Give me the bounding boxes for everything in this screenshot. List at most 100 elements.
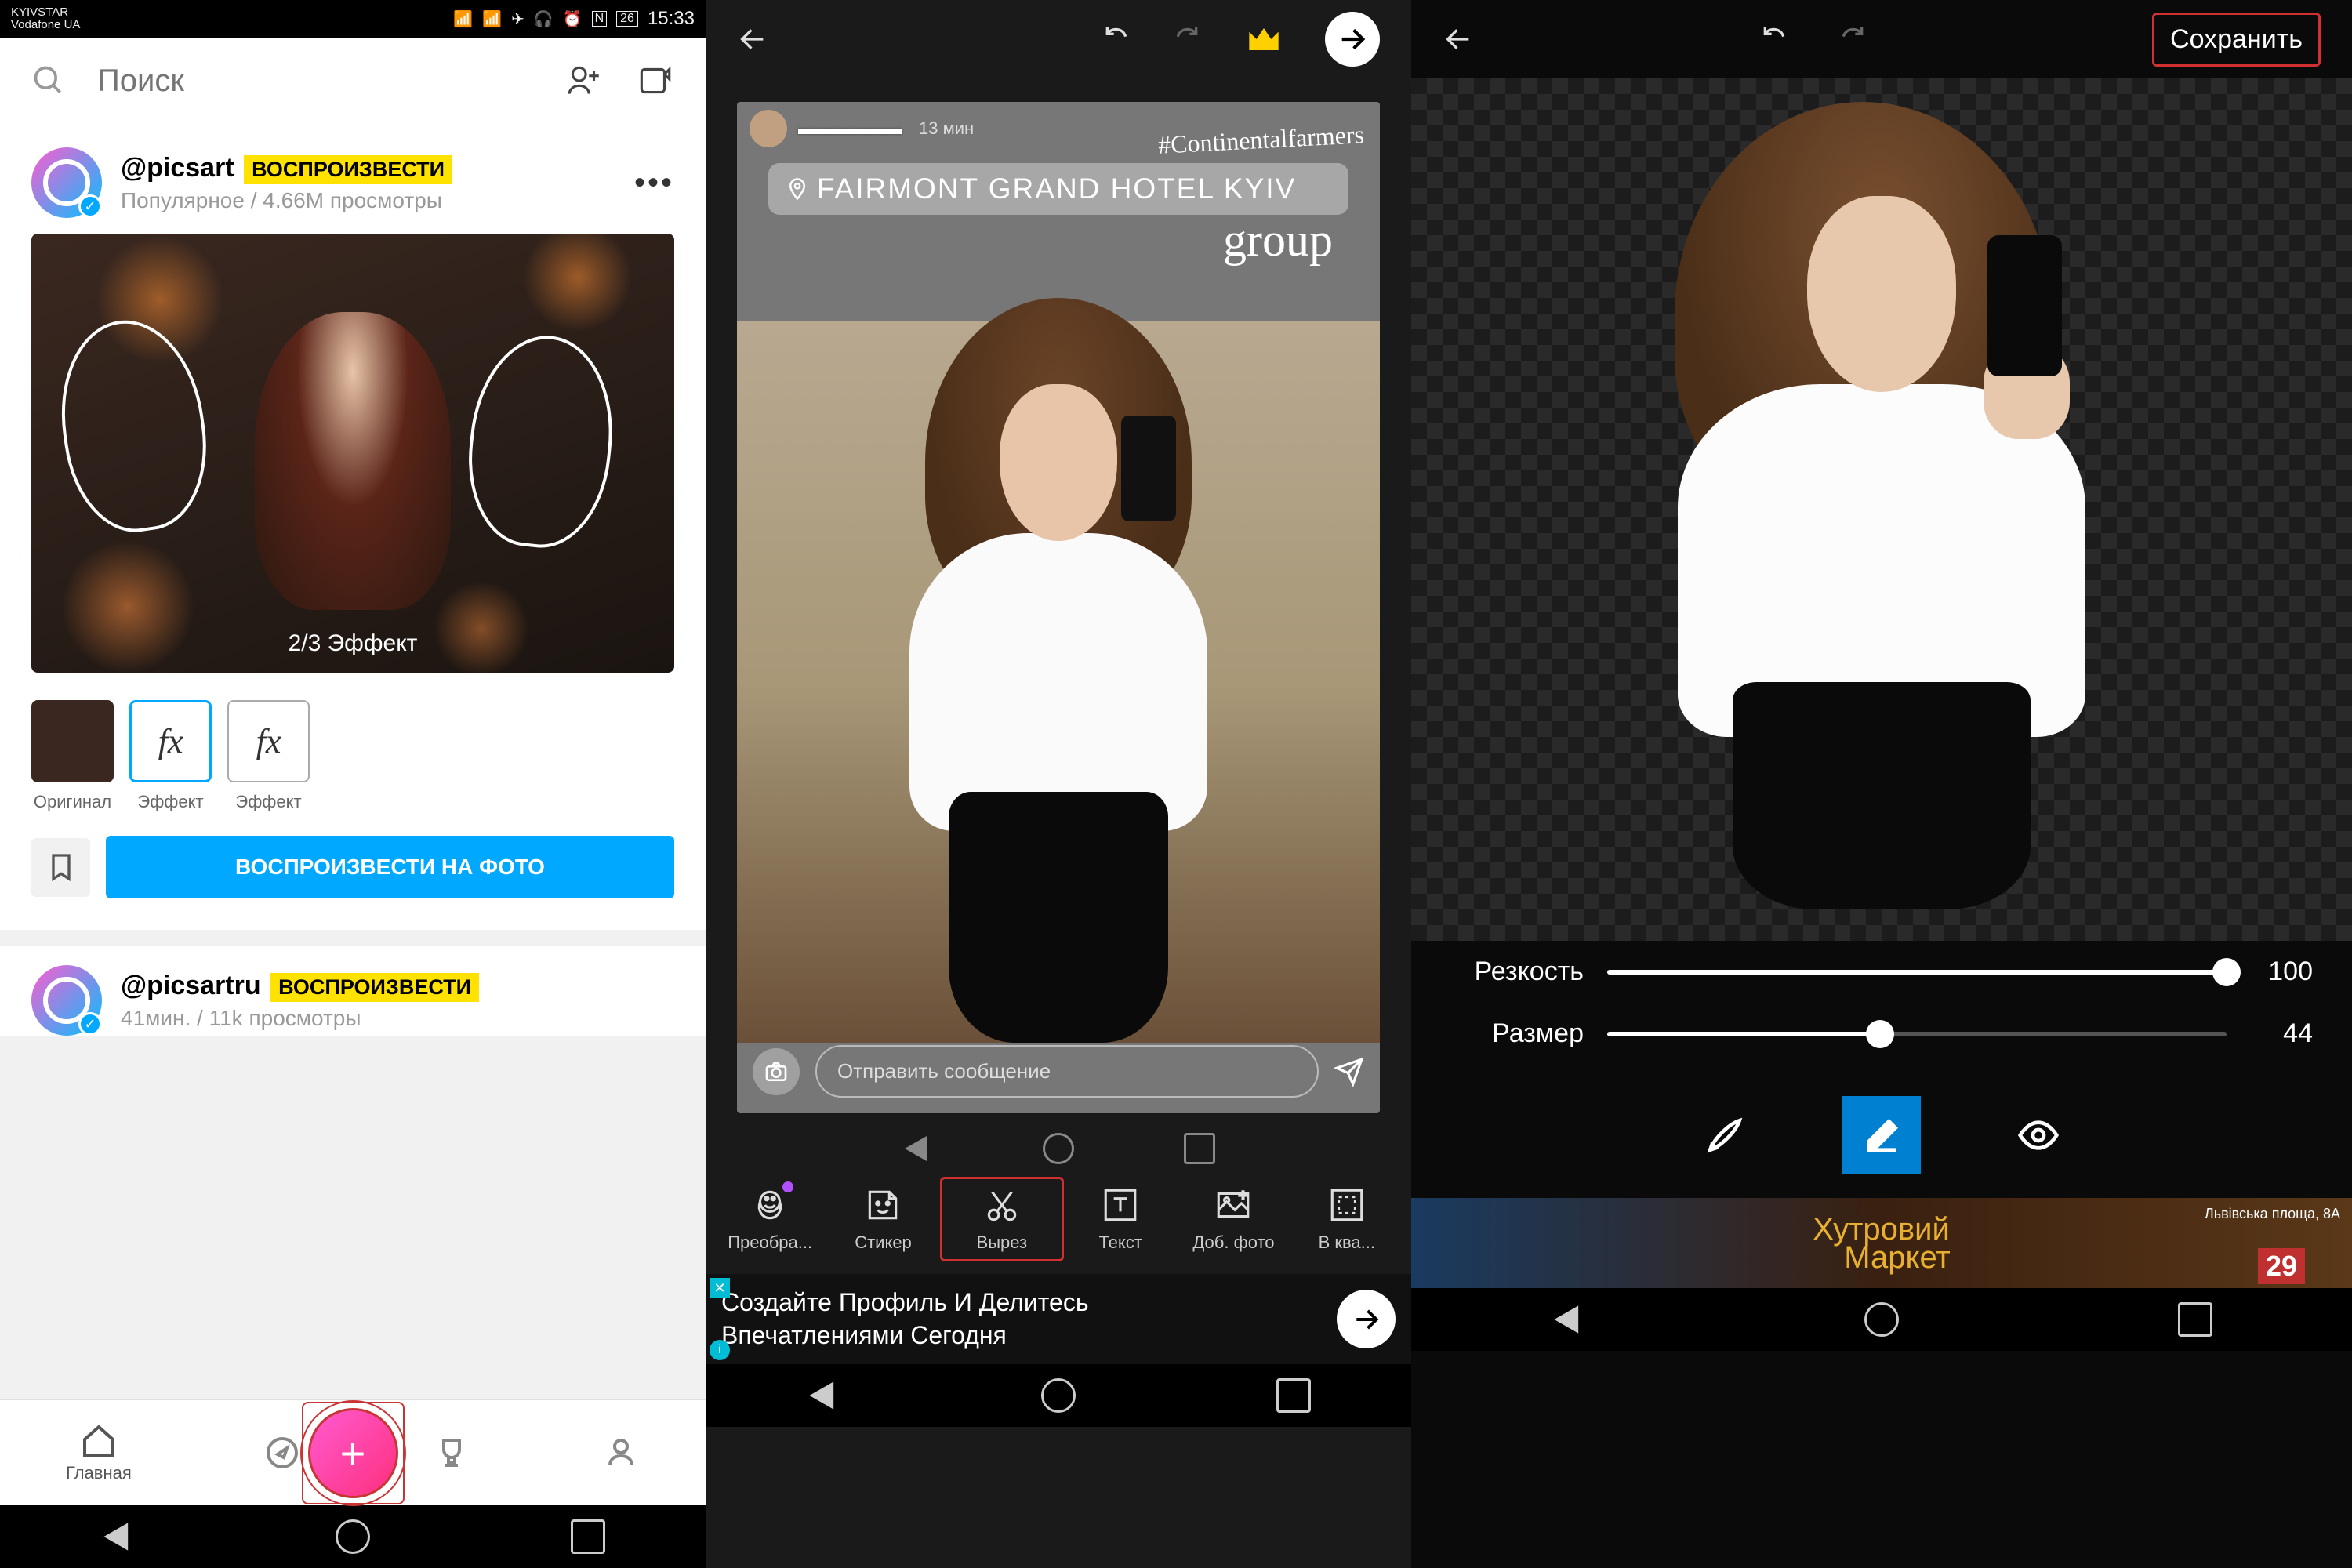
ad-text: Создайте Профиль И Делитесь Впечатлениям… [721, 1287, 1321, 1352]
bottom-nav: Главная + [0, 1399, 706, 1505]
next-button[interactable] [1325, 12, 1380, 67]
thumb-row: Оригинал fx Эффект fx Эффект [0, 673, 706, 824]
square-fit-icon [1327, 1185, 1367, 1225]
android-home-icon [1043, 1133, 1074, 1164]
tool-text[interactable]: Текст [1064, 1185, 1177, 1253]
play-badge[interactable]: ВОСПРОИЗВЕСТИ [270, 973, 479, 1002]
tool-add-photo[interactable]: Доб. фото [1177, 1185, 1290, 1253]
avatar[interactable] [31, 147, 102, 218]
carrier-2: Vodafone UA [11, 19, 80, 32]
crown-icon[interactable] [1242, 17, 1286, 61]
story-username: ▬▬▬▬▬▬ [798, 118, 902, 139]
redo-icon[interactable] [1837, 24, 1868, 55]
cutout-icon [982, 1185, 1022, 1225]
transform-icon [750, 1185, 789, 1225]
size-slider[interactable] [1607, 1032, 2227, 1036]
telegram-icon: ✈ [511, 9, 524, 29]
nav-home[interactable]: Главная [66, 1422, 132, 1483]
sharpness-slider[interactable] [1607, 970, 2227, 975]
redo-icon[interactable] [1171, 24, 1203, 55]
back-icon[interactable] [737, 24, 768, 55]
alarm-icon: ⏰ [563, 9, 583, 29]
story-camera-icon[interactable] [753, 1048, 800, 1095]
battery-level: 26 [616, 11, 638, 27]
slider-sharpness: Резкость 100 [1411, 941, 2352, 1003]
play-on-photo-button[interactable]: ВОСПРОИЗВЕСТИ НА ФОТО [106, 836, 674, 898]
add-photo-icon [1214, 1185, 1253, 1225]
android-back-icon[interactable] [100, 1519, 135, 1554]
editor-topbar: Сохранить [1411, 0, 2352, 78]
editor-panel: ▬▬▬▬▬▬ 13 мин #Continentalfarmers FAIRMO… [706, 0, 1411, 1568]
thumb-original[interactable]: Оригинал [31, 700, 114, 812]
post-image[interactable]: 2/3 Эффект [31, 234, 674, 673]
nav-explore[interactable] [263, 1434, 301, 1472]
effect-counter: 2/3 Эффект [273, 615, 434, 673]
android-home-icon[interactable] [336, 1519, 370, 1554]
nav-challenges[interactable] [433, 1434, 470, 1472]
feed-post: @picsartru ВОСПРОИЗВЕСТИ 41мин. / 11k пр… [0, 946, 706, 1036]
nfc-icon: N [592, 11, 608, 27]
post-username[interactable]: @picsart [121, 153, 234, 183]
android-recent-icon [1184, 1133, 1215, 1164]
android-nav [1411, 1288, 2352, 1351]
editor-toolbar: Преобра... Стикер Вырез Текст Доб. фото [706, 1164, 1411, 1274]
back-icon[interactable] [1443, 24, 1474, 55]
save-button[interactable]: Сохранить [2152, 13, 2321, 67]
text-icon [1101, 1185, 1140, 1225]
undo-icon[interactable] [1101, 24, 1132, 55]
android-back-icon[interactable] [806, 1378, 840, 1413]
notifications-icon[interactable] [635, 61, 674, 100]
ad-banner[interactable]: Хутровий Маркет Львівська площа, 8А 29 [1411, 1198, 2352, 1288]
sticker-icon [863, 1185, 902, 1225]
tool-sticker[interactable]: Стикер [826, 1185, 939, 1253]
ad-close-icon[interactable]: ✕ [710, 1278, 730, 1298]
status-bar: KYIVSTAR Vodafone UA 📶 📶 ✈ 🎧 ⏰ N 26 15:3… [0, 0, 706, 38]
ad-arrow-icon[interactable] [1337, 1290, 1396, 1348]
eraser-tool[interactable] [1842, 1096, 1921, 1174]
create-button[interactable]: + [308, 1408, 398, 1498]
android-home-icon[interactable] [1041, 1378, 1076, 1413]
trophy-icon [433, 1434, 470, 1472]
tool-cutout[interactable]: Вырез [940, 1177, 1064, 1261]
sharpness-value: 100 [2250, 956, 2313, 987]
android-back-icon [902, 1133, 933, 1164]
search-row [0, 38, 706, 124]
android-recent-icon[interactable] [2178, 1302, 2212, 1337]
android-back-icon[interactable] [1551, 1302, 1585, 1337]
story-message-input[interactable]: Отправить сообщение [815, 1045, 1319, 1098]
undo-icon[interactable] [1759, 24, 1790, 55]
add-friend-icon[interactable] [564, 61, 604, 100]
ad-banner[interactable]: ✕ i Создайте Профиль И Делитесь Впечатле… [706, 1274, 1411, 1364]
android-home-icon[interactable] [1864, 1302, 1899, 1337]
search-input[interactable] [97, 64, 533, 99]
story-avatar [750, 110, 787, 147]
editor-canvas[interactable]: ▬▬▬▬▬▬ 13 мин #Continentalfarmers FAIRMO… [737, 102, 1380, 1113]
tool-transform[interactable]: Преобра... [713, 1185, 826, 1253]
avatar[interactable] [31, 965, 102, 1036]
nav-profile[interactable] [602, 1434, 640, 1472]
preview-icon[interactable] [1999, 1096, 2078, 1174]
verified-badge [78, 1012, 102, 1036]
android-recent-icon[interactable] [1276, 1378, 1311, 1413]
play-badge[interactable]: ВОСПРОИЗВЕСТИ [244, 155, 452, 184]
thumb-effect-1[interactable]: fx Эффект [129, 700, 212, 812]
android-recent-icon[interactable] [571, 1519, 605, 1554]
thumb-effect-2[interactable]: fx Эффект [227, 700, 310, 812]
story-send-icon[interactable] [1334, 1057, 1364, 1087]
feed-scroll[interactable]: @picsart ВОСПРОИЗВЕСТИ Популярное / 4.66… [0, 124, 706, 1399]
android-nav [706, 1364, 1411, 1427]
carrier-1: KYIVSTAR [11, 6, 80, 20]
android-nav [0, 1505, 706, 1568]
home-icon [80, 1422, 118, 1460]
search-icon[interactable] [31, 64, 66, 98]
cutout-canvas[interactable] [1411, 78, 2352, 941]
brush-tool[interactable] [1686, 1096, 1764, 1174]
more-icon[interactable]: ••• [634, 165, 674, 201]
post-subtitle: Популярное / 4.66M просмотры [121, 188, 615, 213]
bookmark-icon[interactable] [31, 838, 90, 897]
tool-square[interactable]: В ква... [1290, 1185, 1403, 1253]
ad-date: 29 [2258, 1248, 2305, 1284]
editor-topbar [706, 0, 1411, 78]
post-username[interactable]: @picsartru [121, 971, 261, 1000]
ad-info-icon[interactable]: i [710, 1340, 730, 1360]
